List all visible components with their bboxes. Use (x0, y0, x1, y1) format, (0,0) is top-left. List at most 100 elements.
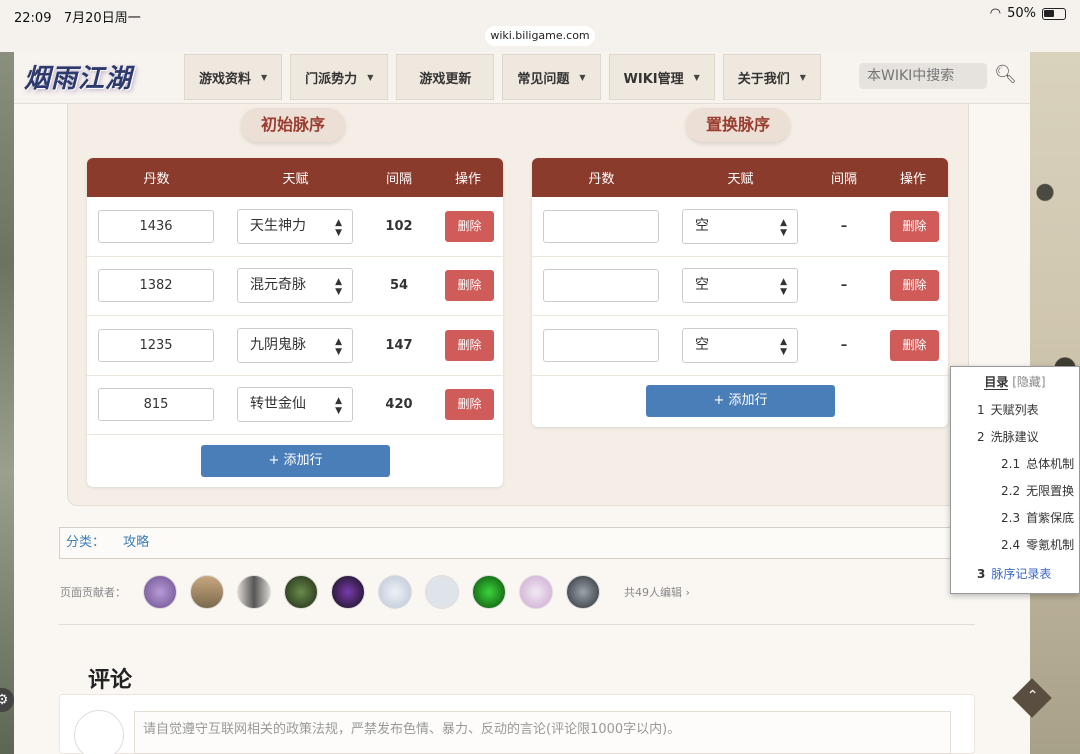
talent-value: 天生神力 (250, 217, 306, 234)
contributors-count-link[interactable]: 共49人编辑 › (624, 584, 690, 600)
talent-value: 空 (695, 217, 709, 234)
talent-select[interactable]: 混元奇脉 ▲ ▼ (237, 268, 353, 304)
talent-select[interactable]: 九阴鬼脉 ▲ ▼ (237, 327, 353, 363)
toc-label: 总体机制 (1026, 457, 1075, 471)
add-row-button[interactable]: + 添加行 (201, 445, 390, 477)
delete-button[interactable]: 删除 (445, 210, 494, 242)
table-row: 1382 混元奇脉 ▲ ▼ 54 删除 (87, 257, 503, 316)
talent-select[interactable]: 天生神力 ▲ ▼ (237, 208, 353, 244)
delete-button[interactable]: 删除 (445, 270, 494, 302)
table-header: 丹数 天赋 间隔 操作 (87, 158, 503, 197)
caret-down-icon: ▼ (579, 72, 586, 82)
calculator-panel: 初始脉序 丹数 天赋 间隔 操作 1436 天生神力 ▲ ▼ 102 删除 1382… (67, 104, 969, 506)
talent-value: 转世金仙 (250, 396, 306, 413)
talent-select[interactable]: 空 ▲ ▼ (682, 268, 798, 304)
nav-label: 门派势力 (305, 71, 358, 87)
toc-label: 脉序记录表 (991, 567, 1052, 581)
dan-input[interactable] (543, 209, 659, 243)
nav-label: 关于我们 (737, 71, 790, 87)
nav-wiki-admin[interactable]: WIKI管理 ▼ (608, 54, 715, 100)
divider (59, 624, 975, 625)
comments-title: 评论 (88, 668, 133, 693)
search-input[interactable] (859, 63, 987, 89)
nav-label: 常见问题 (517, 71, 570, 87)
toc-header: 目录 [隐藏] (951, 373, 1079, 390)
avatar[interactable] (566, 575, 600, 609)
toc-item[interactable]: 2.2 无限置换 (1001, 482, 1074, 499)
add-row-button[interactable]: + 添加行 (646, 385, 835, 417)
talent-select[interactable]: 空 ▲ ▼ (682, 208, 798, 244)
dan-input[interactable]: 815 (98, 388, 214, 422)
category-link[interactable]: 攻略 (123, 535, 149, 550)
nav-label: 游戏更新 (419, 71, 472, 87)
table-row: 1235 九阴鬼脉 ▲ ▼ 147 删除 (87, 316, 503, 376)
avatar[interactable] (284, 575, 318, 609)
dan-input[interactable] (543, 269, 659, 303)
toc-hide-link[interactable]: [隐藏] (1012, 375, 1045, 389)
talent-select[interactable]: 空 ▲ ▼ (682, 327, 798, 363)
avatar[interactable] (519, 575, 553, 609)
toc-label: 洗脉建议 (990, 430, 1039, 444)
table-row: 815 转世金仙 ▲ ▼ 420 删除 (87, 376, 503, 435)
avatar[interactable] (331, 575, 365, 609)
battery-icon (1042, 7, 1066, 20)
delete-button[interactable]: 删除 (445, 389, 494, 421)
toc-num: 2.3 (1001, 511, 1021, 525)
select-arrows-icon: ▲ ▼ (335, 277, 342, 298)
delete-button[interactable]: 删除 (445, 329, 494, 361)
avatar[interactable] (237, 575, 271, 609)
avatar[interactable] (143, 575, 177, 609)
avatar[interactable] (472, 575, 506, 609)
contributors-count: 共49人编辑 (624, 586, 682, 599)
delete-button[interactable]: 删除 (890, 210, 939, 242)
search-icon[interactable]: 🔍︎ (994, 64, 1017, 85)
col-action: 操作 (454, 172, 481, 187)
select-arrows-icon: ▲ ▼ (780, 336, 787, 357)
avatar[interactable] (378, 575, 412, 609)
site-logo[interactable]: 烟雨江湖 (24, 58, 172, 100)
caret-down-icon: ▼ (693, 72, 700, 82)
toc-title: 目录 (984, 375, 1009, 390)
talent-select[interactable]: 转世金仙 ▲ ▼ (237, 387, 353, 423)
avatar[interactable] (190, 575, 224, 609)
dan-input[interactable] (543, 328, 659, 362)
wifi-icon: ◠ (989, 6, 1002, 21)
table-header: 丹数 天赋 间隔 操作 (532, 158, 948, 197)
talent-value: 混元奇脉 (250, 277, 306, 294)
chevron-up-icon: ⌃ (1026, 687, 1039, 704)
nav-about[interactable]: 关于我们 ▼ (722, 54, 821, 100)
avatar[interactable] (425, 575, 459, 609)
nav-game-data[interactable]: 游戏资料 ▼ (184, 54, 283, 100)
toc-item[interactable]: 2.3 首紫保底 (1001, 509, 1074, 526)
toc-num: 1 (977, 403, 985, 417)
toc-item[interactable]: 2 洗脉建议 (977, 428, 1039, 445)
dan-input[interactable]: 1235 (98, 328, 214, 362)
interval-value: 147 (385, 337, 413, 353)
nav-faq[interactable]: 常见问题 ▼ (502, 54, 601, 100)
table-row: 空 ▲ ▼ – 删除 (532, 257, 948, 316)
dan-input[interactable]: 1382 (98, 269, 214, 303)
toc-num: 2.4 (1001, 538, 1021, 552)
caret-down-icon: ▼ (799, 72, 806, 82)
table-row: 空 ▲ ▼ – 删除 (532, 197, 948, 257)
toc-item[interactable]: 2.1 总体机制 (1001, 455, 1074, 472)
delete-button[interactable]: 删除 (890, 329, 939, 361)
toc-item[interactable]: 1 天赋列表 (977, 401, 1039, 418)
nav-updates[interactable]: 游戏更新 (396, 54, 495, 100)
caret-down-icon: ▼ (261, 72, 268, 82)
comment-input[interactable]: 请自觉遵守互联网相关的政策法规，严禁发布色情、暴力、反动的言论(评论限1000字… (134, 711, 951, 754)
table-row: 1436 天生神力 ▲ ▼ 102 删除 (87, 197, 503, 257)
interval-value: – (840, 218, 848, 234)
toc-item-active[interactable]: 3 脉序记录表 (977, 565, 1051, 582)
col-talent: 天赋 (282, 172, 309, 187)
toc-item[interactable]: 2.4 零氪机制 (1001, 536, 1074, 553)
category-label: 分类： (66, 535, 106, 550)
col-dan: 丹数 (143, 172, 170, 187)
replace-sequence-table: 丹数 天赋 间隔 操作 空 ▲ ▼ – 删除 空 ▲ ▼ – 删除 空 ▲ ▼ – 删除 +… (532, 158, 948, 427)
url-bar[interactable]: wiki.biligame.com (485, 26, 595, 46)
dan-input[interactable]: 1436 (98, 209, 214, 243)
nav-factions[interactable]: 门派势力 ▼ (290, 54, 389, 100)
delete-button[interactable]: 删除 (890, 270, 939, 302)
toc-label: 零氪机制 (1026, 538, 1075, 552)
caret-down-icon: ▼ (367, 72, 374, 82)
